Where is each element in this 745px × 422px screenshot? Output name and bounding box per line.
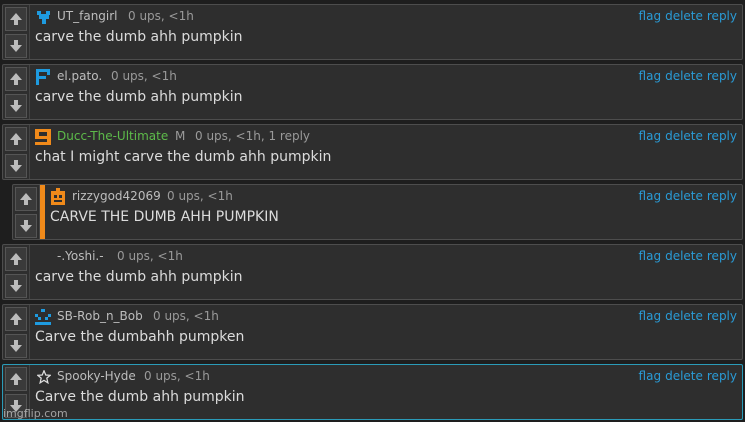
downvote-button[interactable] xyxy=(5,34,27,58)
arrow-up-icon xyxy=(10,373,22,385)
reply-link[interactable]: reply xyxy=(707,69,737,83)
delete-link[interactable]: delete xyxy=(665,369,703,383)
flag-link[interactable]: flag xyxy=(639,69,662,83)
upvote-button[interactable] xyxy=(5,247,27,271)
flag-link[interactable]: flag xyxy=(639,189,662,203)
delete-link[interactable]: delete xyxy=(665,249,703,263)
flag-link[interactable]: flag xyxy=(639,9,662,23)
username-link[interactable]: el.pato. xyxy=(57,69,102,83)
comment: el.pato. 0 ups, <1h flag delete reply carv… xyxy=(2,64,743,120)
username-link[interactable]: rizzygod42069 xyxy=(72,189,161,203)
flag-link[interactable]: flag xyxy=(639,309,662,323)
upvote-button[interactable] xyxy=(5,307,27,331)
blue-f-pixel-icon[interactable] xyxy=(34,68,52,86)
comment-meta: 0 ups, <1h xyxy=(117,249,183,263)
vote-column xyxy=(3,65,30,119)
arrow-up-icon xyxy=(10,253,22,265)
comment: UT_fangirl 0 ups, <1h flag delete reply ca… xyxy=(2,4,743,60)
reply-link[interactable]: reply xyxy=(707,189,737,203)
upvote-button[interactable] xyxy=(5,67,27,91)
arrow-down-icon xyxy=(10,280,22,292)
comment-actions: flag delete reply xyxy=(635,249,737,263)
arrow-down-icon xyxy=(10,160,22,172)
delete-link[interactable]: delete xyxy=(665,69,703,83)
upvote-button[interactable] xyxy=(5,7,27,31)
comment-actions: flag delete reply xyxy=(635,309,737,323)
comment-meta: 0 ups, <1h, 1 reply xyxy=(195,129,311,143)
comment-meta: 0 ups, <1h xyxy=(167,189,233,203)
orange-9-pixel-icon[interactable] xyxy=(34,128,52,146)
star-icon[interactable] xyxy=(37,370,51,384)
vote-column xyxy=(3,5,30,59)
comment-meta: 0 ups, <1h xyxy=(144,369,210,383)
vote-column xyxy=(3,245,30,299)
reply-link[interactable]: reply xyxy=(707,249,737,263)
comment-text: CARVE THE DUMB AHH PUMPKIN xyxy=(50,209,279,225)
arrow-down-icon xyxy=(10,100,22,112)
delete-link[interactable]: delete xyxy=(665,129,703,143)
reply-link[interactable]: reply xyxy=(707,369,737,383)
arrow-down-icon xyxy=(20,220,32,232)
comment-text: carve the dumb ahh pumpkin xyxy=(35,89,243,105)
reply-link[interactable]: reply xyxy=(707,309,737,323)
reply-indicator-bar xyxy=(40,185,45,239)
comment: SB-Rob_n_Bob 0 ups, <1h flag delete reply … xyxy=(2,304,743,360)
imgflip-watermark: imgflip.com xyxy=(3,407,68,420)
arrow-up-icon xyxy=(10,73,22,85)
delete-link[interactable]: delete xyxy=(665,9,703,23)
username-link[interactable]: Ducc-The-Ultimate xyxy=(57,129,168,143)
comment: Spooky-Hyde 0 ups, <1h flag delete reply C… xyxy=(2,364,743,420)
username-link[interactable]: -.Yoshi.- xyxy=(57,249,104,263)
flag-link[interactable]: flag xyxy=(639,129,662,143)
downvote-button[interactable] xyxy=(5,274,27,298)
delete-link[interactable]: delete xyxy=(665,309,703,323)
username-link[interactable]: Spooky-Hyde xyxy=(57,369,136,383)
comment-text: Carve the dumb ahh pumpkin xyxy=(35,389,245,405)
downvote-button[interactable] xyxy=(5,94,27,118)
downvote-button[interactable] xyxy=(5,154,27,178)
delete-link[interactable]: delete xyxy=(665,189,703,203)
comment-text: carve the dumb ahh pumpkin xyxy=(35,29,243,45)
downvote-button[interactable] xyxy=(5,334,27,358)
username-link[interactable]: UT_fangirl xyxy=(57,9,118,23)
mod-badge: M xyxy=(175,129,186,143)
comment-actions: flag delete reply xyxy=(635,69,737,83)
comment-text: Carve the dumbahh pumpken xyxy=(35,329,245,345)
comment-text: carve the dumb ahh pumpkin xyxy=(35,269,243,285)
comment-actions: flag delete reply xyxy=(635,129,737,143)
arrow-down-icon xyxy=(10,340,22,352)
vote-column xyxy=(3,305,30,359)
comment-meta: 0 ups, <1h xyxy=(111,69,177,83)
comment-meta: 0 ups, <1h xyxy=(153,309,219,323)
comment-actions: flag delete reply xyxy=(635,369,737,383)
blue-face-pixel-icon[interactable] xyxy=(34,308,52,326)
downvote-button[interactable] xyxy=(15,214,37,238)
upvote-button[interactable] xyxy=(5,127,27,151)
comment: Ducc-The-Ultimate M 0 ups, <1h, 1 reply … xyxy=(2,124,743,180)
upvote-button[interactable] xyxy=(5,367,27,391)
reply-link[interactable]: reply xyxy=(707,129,737,143)
comment-meta: 0 ups, <1h xyxy=(128,9,194,23)
flag-link[interactable]: flag xyxy=(639,249,662,263)
comment-text: chat I might carve the dumb ahh pumpkin xyxy=(35,149,332,165)
vote-column xyxy=(13,185,40,239)
reply-link[interactable]: reply xyxy=(707,9,737,23)
comment-actions: flag delete reply xyxy=(635,9,737,23)
comment: -.Yoshi.- 0 ups, <1h flag delete reply car… xyxy=(2,244,743,300)
arrow-down-icon xyxy=(10,40,22,52)
arrow-up-icon xyxy=(20,193,32,205)
flag-link[interactable]: flag xyxy=(639,369,662,383)
arrow-up-icon xyxy=(10,133,22,145)
upvote-button[interactable] xyxy=(15,187,37,211)
blue-heart-pixel-icon[interactable] xyxy=(35,8,53,26)
arrow-up-icon xyxy=(10,13,22,25)
reply-comment: rizzygod42069 0 ups, <1h flag delete reply… xyxy=(12,184,743,240)
vote-column xyxy=(3,125,30,179)
orange-pumpkin-pixel-icon[interactable] xyxy=(49,188,67,206)
arrow-up-icon xyxy=(10,313,22,325)
username-link[interactable]: SB-Rob_n_Bob xyxy=(57,309,143,323)
comment-actions: flag delete reply xyxy=(635,189,737,203)
